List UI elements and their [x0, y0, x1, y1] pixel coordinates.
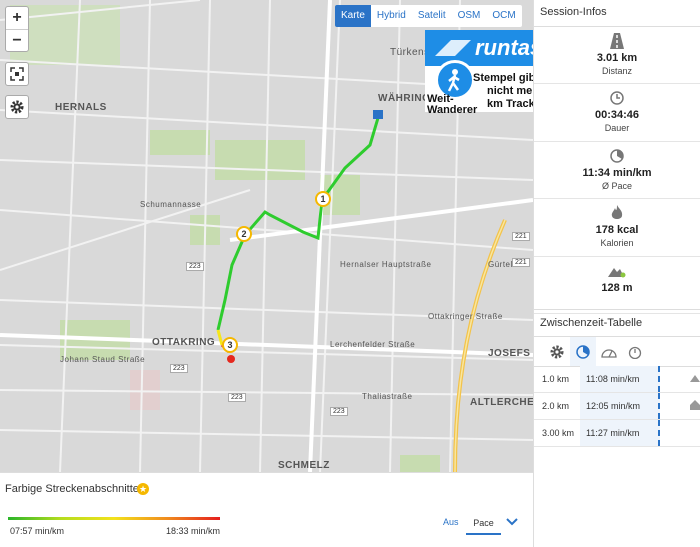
route-marker-2[interactable]: 2 — [236, 226, 252, 242]
stat-label: Dauer — [604, 123, 630, 134]
map-type-ocm[interactable]: OCM — [486, 5, 521, 27]
road-badge: 221 — [512, 232, 530, 241]
elevation-icon — [608, 267, 626, 278]
overlay-label: Weit- Wanderer — [427, 93, 478, 116]
stat-elevation: 128 m — [534, 257, 700, 314]
map-view[interactable]: HERNALS WÄHRING OTTAKRING JOSEFS ALTLERC… — [0, 0, 533, 472]
stopwatch-icon — [628, 346, 642, 359]
average-line — [658, 366, 660, 392]
split-pace: 11:27 min/km — [580, 420, 660, 446]
street-label: Schumannasse — [140, 200, 202, 209]
district-label: SCHMELZ — [278, 460, 330, 471]
route-start-marker — [373, 110, 383, 119]
stat-label: Kalorien — [600, 238, 634, 249]
route-marker-3[interactable]: 3 — [222, 337, 238, 353]
stat-value: 178 kcal — [595, 224, 639, 237]
settings-button[interactable] — [5, 95, 29, 119]
street-label: Lerchenfelder Straße — [330, 340, 416, 349]
road-badge: 223 — [330, 407, 348, 416]
split-row: 2.0 km 12:05 min/km — [534, 393, 700, 420]
split-row: 3.00 km 11:27 min/km — [534, 420, 700, 447]
stat-label: Distanz — [601, 66, 632, 76]
stat-distance: 3.01 km Distanz — [534, 27, 700, 85]
road-badge: 223 — [186, 262, 204, 271]
map-type-hybrid[interactable]: Hybrid — [371, 5, 412, 27]
zoom-out-button[interactable]: − — [6, 29, 28, 51]
street-label: Gürtel — [488, 260, 513, 269]
stat-duration: 00:34:46 Dauer — [534, 84, 700, 142]
pace-icon — [576, 344, 590, 359]
zoom-control: + − — [5, 6, 29, 52]
gear-icon — [10, 100, 24, 114]
split-table-tabs — [534, 337, 700, 367]
road-badge: 223 — [228, 393, 246, 402]
district-label: ALTLERCHEN — [470, 397, 533, 408]
pace-icon — [610, 149, 624, 163]
average-line — [658, 393, 660, 419]
map-type-switcher: Karte Hybrid Satelit OSM OCM — [335, 5, 522, 27]
stat-value: 00:34:46 — [594, 109, 640, 122]
road-badge: 221 — [512, 258, 530, 267]
map-type-osm[interactable]: OSM — [452, 5, 487, 27]
clock-icon — [610, 91, 624, 106]
stat-label: Ø Pace — [601, 180, 632, 191]
route-end-marker — [227, 355, 235, 363]
split-settings-tab[interactable] — [544, 337, 570, 366]
split-pace: 11:08 min/km — [580, 366, 660, 392]
fullscreen-icon — [10, 67, 24, 81]
session-header: Session-Infos — [534, 0, 700, 27]
district-label: HERNALS — [55, 102, 107, 113]
speedometer-icon — [601, 348, 617, 358]
option-off[interactable]: Aus — [443, 517, 459, 527]
stat-calories: 178 kcal Kalorien — [534, 199, 700, 257]
overlay-text: Stempel gibts nicht mehr km Track 1000 — [473, 72, 533, 110]
flame-icon — [611, 205, 623, 220]
road-badge: 223 — [170, 364, 188, 373]
runtastic-logo-icon — [435, 40, 471, 56]
street-label: Hernalser Hauptstraße — [340, 260, 432, 269]
street-label: Ottakringer Straße — [428, 312, 503, 321]
district-label: JOSEFS — [488, 348, 531, 359]
chevron-down-icon[interactable] — [505, 516, 519, 528]
runtastic-overlay: runtastic Stempel gibts nicht mehr km Tr… — [425, 30, 533, 116]
split-time-tab[interactable] — [622, 337, 648, 366]
district-label: WÄHRING — [378, 93, 431, 104]
option-pace[interactable]: Pace — [466, 513, 501, 535]
segment-color-title: Farbige Streckenabschnitte — [5, 483, 139, 495]
split-km: 3.00 km — [542, 428, 575, 438]
gear-icon — [550, 345, 564, 358]
split-pace: 12:05 min/km — [580, 393, 660, 419]
zoom-in-button[interactable]: + — [6, 7, 28, 29]
split-row: 1.0 km 11:08 min/km — [534, 366, 700, 393]
split-pace-tab[interactable] — [570, 337, 596, 366]
gradient-max-label: 18:33 min/km — [166, 526, 221, 536]
stat-value: 11:34 min/km — [582, 166, 652, 179]
street-label: Thaliastraße — [362, 392, 413, 401]
district-label: OTTAKRING — [152, 337, 216, 348]
stat-value: 3.01 km — [596, 52, 638, 64]
split-km: 2.0 km — [542, 401, 570, 411]
stat-pace: 11:34 min/km Ø Pace — [534, 142, 700, 200]
map-type-karte[interactable]: Karte — [335, 5, 371, 27]
split-speed-tab[interactable] — [596, 337, 622, 366]
stat-value: 128 m — [601, 281, 633, 294]
map-type-satelit[interactable]: Satelit — [412, 5, 452, 27]
home-icon — [690, 400, 700, 410]
street-label: Johann Staud Straße — [60, 355, 146, 364]
fit-route-button[interactable] — [5, 62, 29, 86]
gradient-min-label: 07:57 min/km — [10, 526, 65, 536]
elevation-up-icon — [690, 375, 700, 382]
split-table-header: Zwischenzeit-Tabelle — [534, 309, 700, 337]
pace-gradient-bar — [8, 517, 220, 520]
split-km: 1.0 km — [542, 374, 570, 384]
road-icon — [610, 33, 624, 49]
star-icon: ★ — [137, 483, 149, 495]
session-sidebar: Session-Infos 3.01 km Distanz 00:34:46 D… — [533, 0, 700, 547]
segment-color-panel: Farbige Streckenabschnitte ★ 07:57 min/k… — [0, 472, 533, 547]
route-marker-1[interactable]: 1 — [315, 191, 331, 207]
average-line — [658, 420, 660, 446]
